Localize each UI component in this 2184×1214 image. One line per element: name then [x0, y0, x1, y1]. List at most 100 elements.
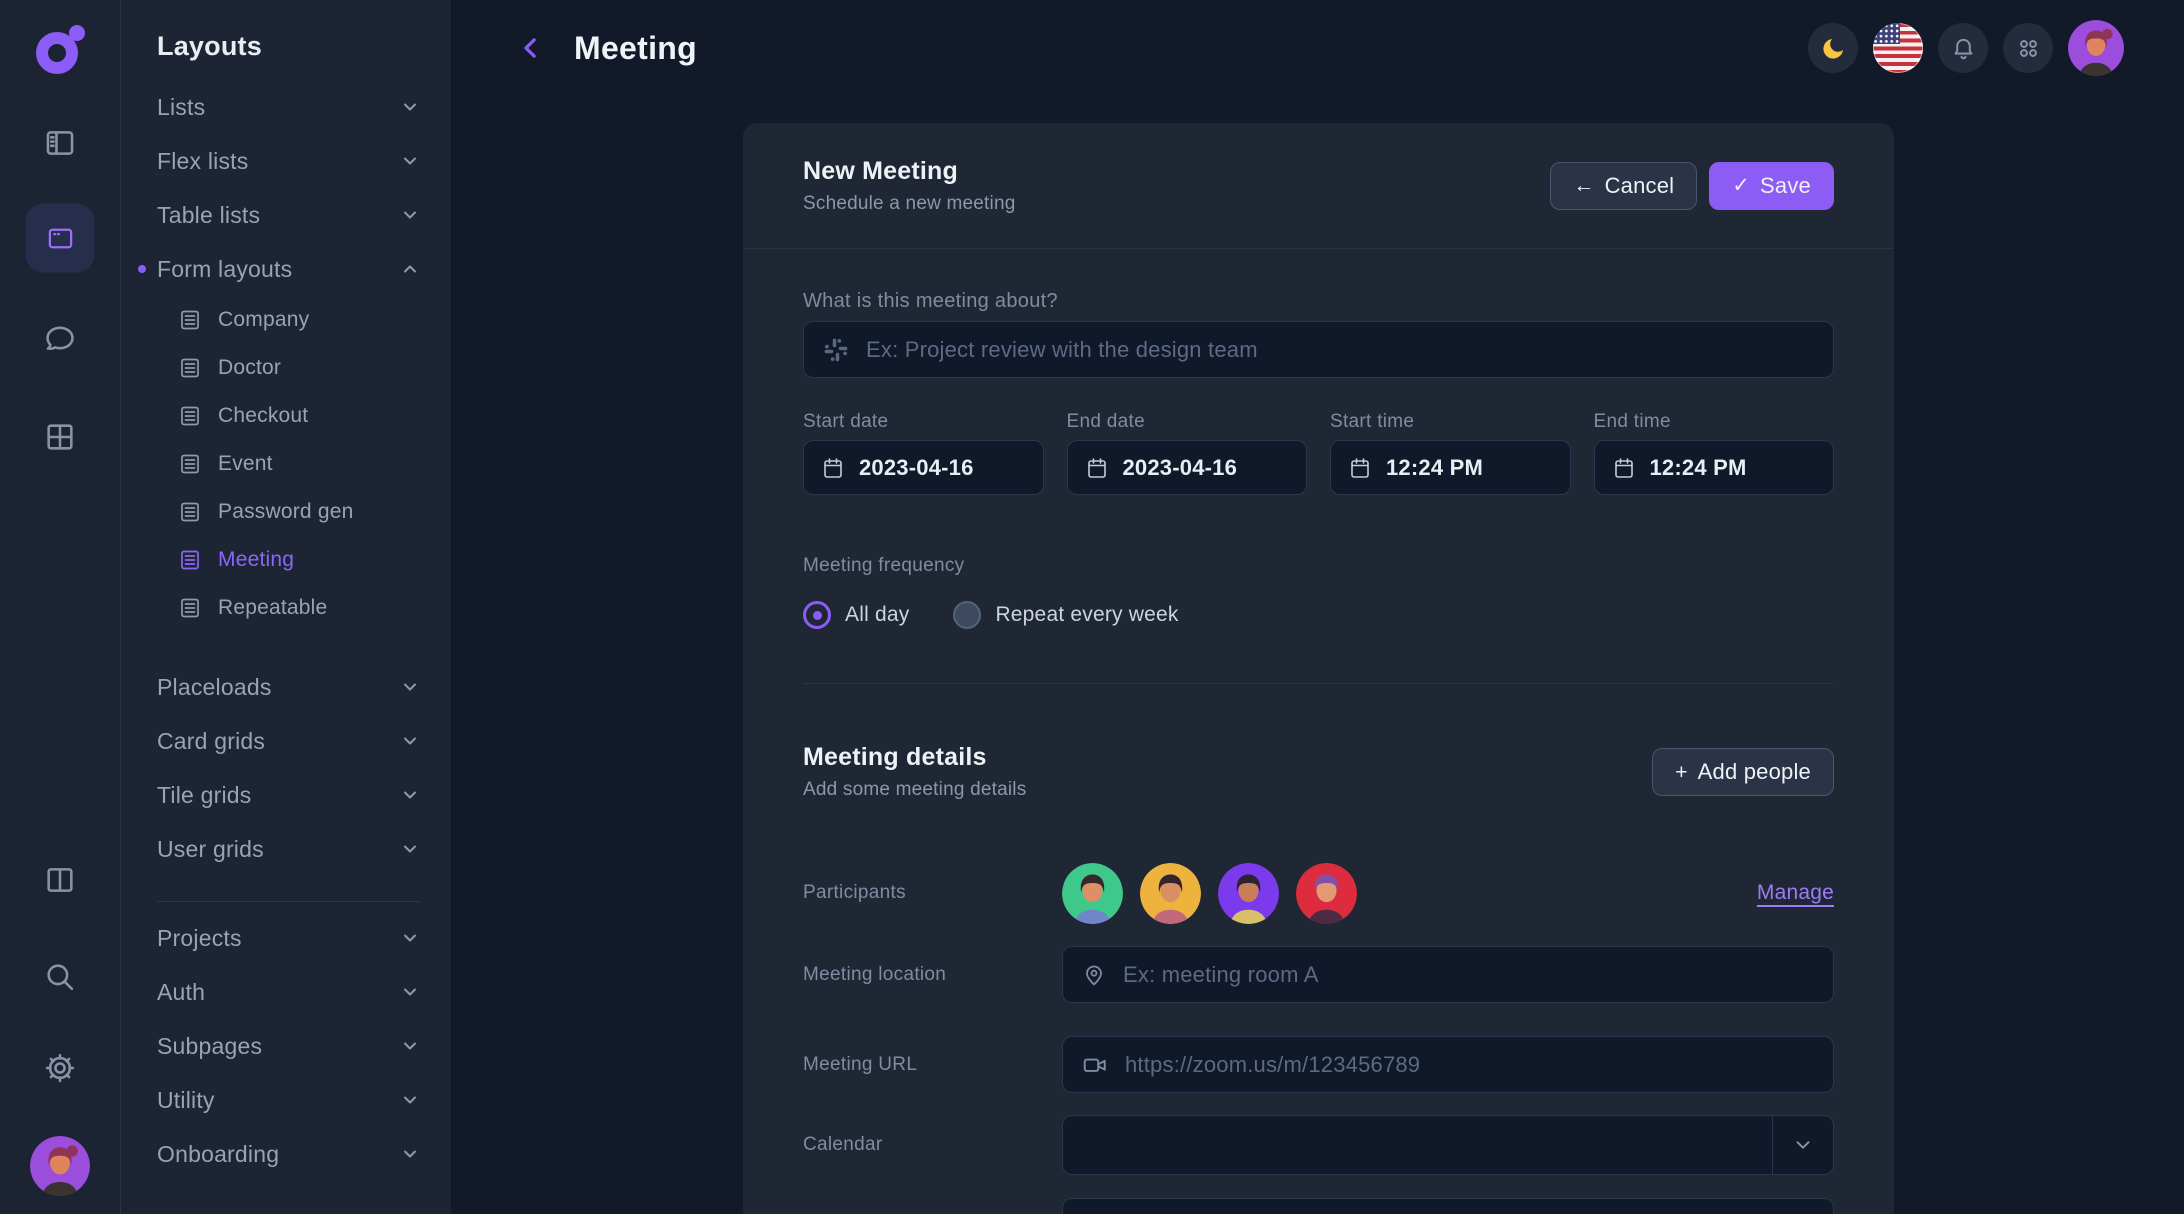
sidebar-subitem-repeatable[interactable]: Repeatable — [121, 584, 451, 632]
sidebar-subitem-label: Password gen — [218, 500, 353, 524]
sidebar-subitem-label: Event — [218, 452, 273, 476]
video-camera-icon — [1082, 1052, 1108, 1078]
bell-icon — [1950, 35, 1977, 62]
language-button[interactable] — [1873, 23, 1923, 73]
end-time-field[interactable]: 12:24 PM — [1594, 440, 1835, 495]
section-divider — [803, 683, 1834, 684]
calendar-select[interactable] — [1062, 1115, 1834, 1175]
card-header: New Meeting Schedule a new meeting ← Can… — [743, 123, 1894, 249]
profile-avatar[interactable] — [2068, 20, 2124, 76]
chevron-down-icon — [399, 676, 421, 698]
sidebar-item-label: Placeloads — [157, 674, 272, 701]
sidebar-subitem-event[interactable]: Event — [121, 440, 451, 488]
end-date-label: End date — [1067, 409, 1308, 435]
rail-user-avatar[interactable] — [30, 1136, 90, 1196]
url-field — [1062, 1036, 1834, 1093]
rail-item-grid[interactable] — [43, 420, 77, 454]
participants-label: Participants — [803, 880, 1062, 906]
sidebar-item-user-grids[interactable]: User grids — [121, 822, 451, 876]
logo-icon — [31, 21, 89, 79]
end-date-field[interactable]: 2023-04-16 — [1067, 440, 1308, 495]
frequency-options: All day Repeat every week — [803, 601, 1834, 629]
meeting-about-field — [803, 321, 1834, 378]
location-label: Meeting location — [803, 962, 1062, 988]
chevron-down-icon — [399, 838, 421, 860]
calendar-row: Calendar — [803, 1115, 1834, 1175]
sidebar-item-label: Lists — [157, 94, 205, 121]
location-input[interactable] — [1121, 961, 1814, 989]
sidebar-toggle-button[interactable] — [43, 126, 77, 160]
sidebar-item-lists[interactable]: Lists — [121, 80, 451, 134]
radio-all-day[interactable]: All day — [803, 601, 909, 629]
dark-mode-toggle[interactable] — [1808, 23, 1858, 73]
rail-item-chat[interactable] — [43, 321, 77, 355]
sidebar-item-projects[interactable]: Projects — [121, 911, 451, 965]
plus-icon: + — [1675, 762, 1687, 783]
url-input[interactable] — [1123, 1051, 1814, 1079]
start-time-cell: Start time 12:24 PM — [1330, 409, 1571, 495]
sidebar-item-placeloads[interactable]: Placeloads — [121, 660, 451, 714]
sidebar-item-tile-grids[interactable]: Tile grids — [121, 768, 451, 822]
start-time-field[interactable]: 12:24 PM — [1330, 440, 1571, 495]
add-people-button[interactable]: + Add people — [1652, 748, 1834, 796]
start-time-value: 12:24 PM — [1386, 455, 1483, 481]
sidebar-item-form-layouts[interactable]: Form layouts — [121, 242, 451, 296]
chevron-down-icon — [399, 1089, 421, 1111]
cancel-button[interactable]: ← Cancel — [1550, 162, 1697, 210]
sidebar-item-label: Table lists — [157, 202, 260, 229]
next-field-partial[interactable] — [1062, 1198, 1834, 1214]
end-date-cell: End date 2023-04-16 — [1067, 409, 1308, 495]
sidebar-item-auth[interactable]: Auth — [121, 965, 451, 1019]
page-title: Meeting — [574, 30, 697, 67]
chevron-down-icon — [399, 150, 421, 172]
main-content: Meeting — [451, 0, 2184, 1214]
grid-2x2-icon — [43, 420, 77, 454]
rail-item-search[interactable] — [43, 960, 77, 994]
details-section: Meeting details Add some meeting details… — [743, 743, 1894, 1214]
participant-avatar — [1296, 863, 1357, 924]
sidebar-item-utility[interactable]: Utility — [121, 1073, 451, 1127]
meeting-about-input[interactable] — [864, 336, 1814, 364]
start-date-field[interactable]: 2023-04-16 — [803, 440, 1044, 495]
back-button[interactable] — [516, 33, 546, 63]
sidebar-subitem-label: Repeatable — [218, 596, 327, 620]
schedule-grid: Start date 2023-04-16 End date 2023 — [803, 409, 1834, 495]
sidebar-subitem-company[interactable]: Company — [121, 296, 451, 344]
manage-link[interactable]: Manage — [1757, 881, 1834, 905]
apps-button[interactable] — [2003, 23, 2053, 73]
participant-avatar — [1140, 863, 1201, 924]
rail-item-settings[interactable] — [43, 1051, 77, 1085]
sidebar-item-card-grids[interactable]: Card grids — [121, 714, 451, 768]
sidebar-item-label: Onboarding — [157, 1141, 279, 1168]
sidebar-item-table-lists[interactable]: Table lists — [121, 188, 451, 242]
end-time-label: End time — [1594, 409, 1835, 435]
dots-grid-icon — [2015, 35, 2042, 62]
sidebar-subitem-meeting-active[interactable]: Meeting — [121, 536, 451, 584]
sidebar-subitem-checkout[interactable]: Checkout — [121, 392, 451, 440]
notifications-button[interactable] — [1938, 23, 1988, 73]
start-date-value: 2023-04-16 — [859, 455, 974, 481]
sidebar-subitem-doctor[interactable]: Doctor — [121, 344, 451, 392]
rail-item-columns[interactable] — [43, 863, 77, 897]
sidebar-item-label: Card grids — [157, 728, 265, 755]
form-doc-icon — [178, 548, 202, 572]
schedule-section: What is this meeting about? Start date — [743, 288, 1894, 684]
sidebar-item-label: Subpages — [157, 1033, 262, 1060]
sidebar-item-flex-lists[interactable]: Flex lists — [121, 134, 451, 188]
sidebar-item-label: Projects — [157, 925, 242, 952]
sidebar-item-subpages[interactable]: Subpages — [121, 1019, 451, 1073]
start-time-label: Start time — [1330, 409, 1571, 435]
rail-item-layouts-active[interactable] — [26, 204, 95, 273]
new-meeting-card: New Meeting Schedule a new meeting ← Can… — [743, 123, 1894, 1214]
sidebar-item-onboarding[interactable]: Onboarding — [121, 1127, 451, 1181]
app-logo[interactable] — [31, 21, 89, 79]
details-header: Meeting details Add some meeting details… — [803, 743, 1834, 801]
sidebar-subitem-password-gen[interactable]: Password gen — [121, 488, 451, 536]
topbar-actions — [1808, 20, 2124, 76]
sidebar-divider — [157, 901, 421, 902]
arrow-left-icon: ← — [1573, 175, 1594, 196]
save-button[interactable]: ✓ Save — [1709, 162, 1834, 210]
sidebar-title: Layouts — [121, 26, 451, 80]
radio-repeat-weekly[interactable]: Repeat every week — [953, 601, 1178, 629]
chevron-down-icon — [399, 981, 421, 1003]
